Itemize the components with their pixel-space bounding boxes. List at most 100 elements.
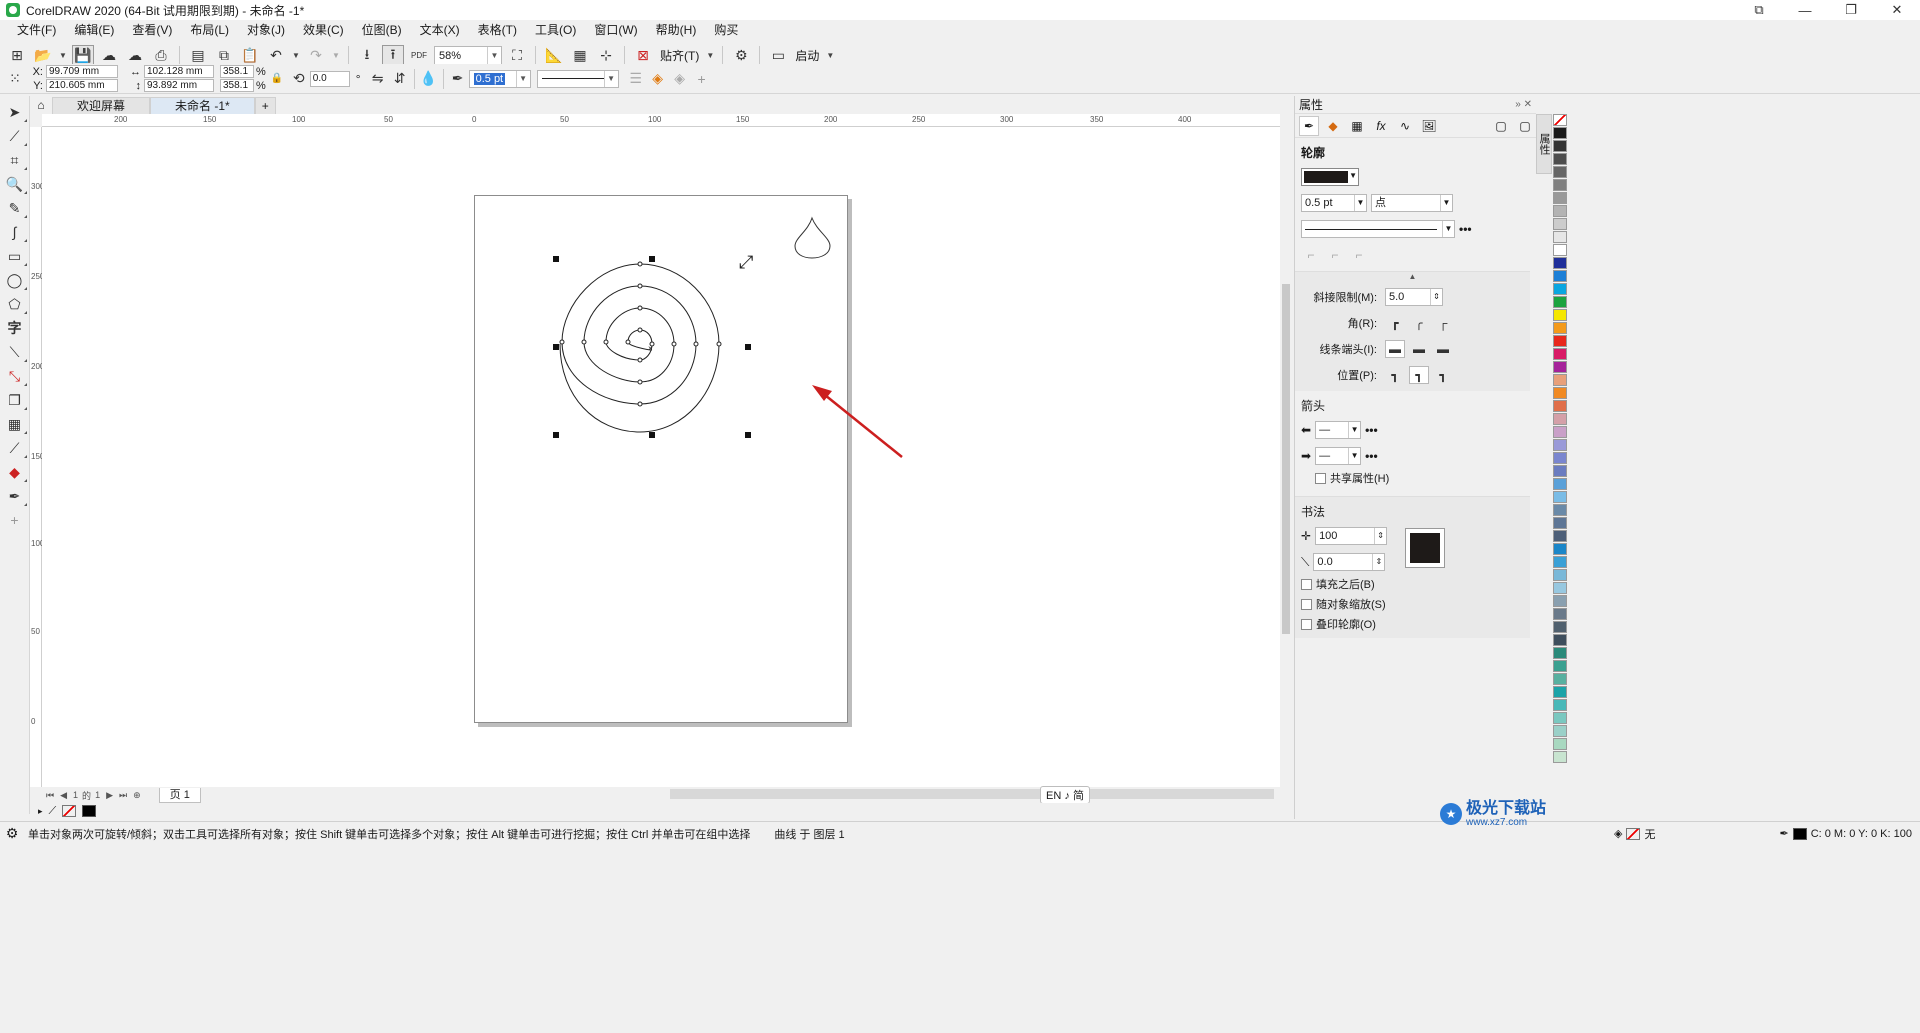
palette-swatch[interactable] xyxy=(1553,283,1567,295)
palette-swatch[interactable] xyxy=(1553,452,1567,464)
butt-cap-icon[interactable]: ▬ xyxy=(1385,340,1405,358)
palette-expand-icon[interactable]: ▸ xyxy=(38,806,43,817)
palette-swatch[interactable] xyxy=(1553,400,1567,412)
close-button[interactable]: ✕ xyxy=(1874,0,1920,20)
menu-edit[interactable]: 编辑(E) xyxy=(65,20,123,40)
rotation-icon[interactable]: ⟲ xyxy=(288,68,310,90)
palette-swatch[interactable] xyxy=(1553,712,1567,724)
palette-swatch[interactable] xyxy=(1553,595,1567,607)
palette-swatch[interactable] xyxy=(1553,504,1567,516)
launch-label[interactable]: 启动 xyxy=(793,47,821,64)
outline-unit-select[interactable]: 点 ▼ xyxy=(1371,194,1453,212)
drop-shadow-tool-icon[interactable]: ❐ xyxy=(2,388,28,412)
more-options-icon[interactable]: ••• xyxy=(1459,222,1472,236)
object-order-front-icon[interactable]: ◈ xyxy=(647,68,669,90)
smart-fill-tool-icon[interactable]: ✒ xyxy=(2,484,28,508)
palette-swatch[interactable] xyxy=(1553,725,1567,737)
palette-swatch[interactable] xyxy=(1553,166,1567,178)
dash-align-icon[interactable]: ⌐ xyxy=(1325,246,1345,264)
scale-y-input[interactable]: 358.1 xyxy=(220,79,254,92)
parallel-dimension-tool-icon[interactable]: ⟍ xyxy=(2,340,28,364)
round-corner-icon[interactable]: ╭ xyxy=(1409,314,1429,332)
palette-swatch[interactable] xyxy=(1553,205,1567,217)
outline-style-select[interactable]: ▼ xyxy=(1301,220,1455,238)
palette-swatch[interactable] xyxy=(1553,660,1567,672)
eyedropper-tool-icon[interactable]: ⟋ xyxy=(2,436,28,460)
wrap-text-icon[interactable]: ☰ xyxy=(625,68,647,90)
last-page-icon[interactable]: ⏭ xyxy=(113,790,127,801)
launch-dropdown-icon[interactable]: ▼ xyxy=(825,51,835,60)
palette-swatch[interactable] xyxy=(1553,699,1567,711)
nib-shape-preview[interactable] xyxy=(1405,528,1446,568)
fill-none-swatch[interactable] xyxy=(1626,827,1641,840)
outside-outline-icon[interactable]: ┓ xyxy=(1385,366,1405,384)
palette-swatch[interactable] xyxy=(1553,465,1567,477)
palette-swatch[interactable] xyxy=(1553,569,1567,581)
mirror-horizontal-icon[interactable]: ⇋ xyxy=(367,68,389,90)
restore-layout-button[interactable]: ⧉ xyxy=(1736,0,1782,20)
palette-swatch[interactable] xyxy=(1553,439,1567,451)
frame-tab-icon[interactable]: ▢ xyxy=(1491,116,1511,136)
square-cap-icon[interactable]: ▬ xyxy=(1433,340,1453,358)
palette-swatch[interactable] xyxy=(1553,296,1567,308)
outline-width-select[interactable]: 0.5 pt ▼ xyxy=(468,69,531,88)
bevel-corner-icon[interactable]: ┌ xyxy=(1433,314,1453,332)
black-swatch[interactable] xyxy=(82,805,97,817)
more-options-icon[interactable]: ••• xyxy=(1365,423,1378,437)
centered-outline-icon[interactable]: ┓ xyxy=(1409,366,1429,384)
end-arrowhead-select[interactable]: — ▼ xyxy=(1315,447,1362,465)
add-icon[interactable]: + xyxy=(691,68,713,90)
reference-point-icon[interactable]: ⁙ xyxy=(4,68,26,90)
tab-untitled-document[interactable]: 未命名 -1* xyxy=(150,97,255,114)
shape-tool-icon[interactable]: ⟋ xyxy=(2,124,28,148)
transparency-tool-icon[interactable]: ▦ xyxy=(2,412,28,436)
palette-swatch[interactable] xyxy=(1553,608,1567,620)
palette-swatch[interactable] xyxy=(1553,361,1567,373)
start-arrowhead-select[interactable]: — ▼ xyxy=(1315,421,1362,439)
menu-buy[interactable]: 购买 xyxy=(705,20,747,40)
palette-no-color-swatch[interactable] xyxy=(1553,114,1567,126)
pick-tool-icon[interactable]: ➤ xyxy=(2,100,28,124)
open-dropdown-icon[interactable]: ▼ xyxy=(58,51,68,60)
freehand-tool-icon[interactable]: ✎ xyxy=(2,196,28,220)
outline-color-picker[interactable]: ▼ xyxy=(1301,168,1359,186)
palette-swatch[interactable] xyxy=(1553,543,1567,555)
palette-swatch[interactable] xyxy=(1553,491,1567,503)
palette-swatch[interactable] xyxy=(1553,751,1567,763)
drawing-canvas[interactable]: × ⤢ xyxy=(42,127,1280,787)
height-input[interactable]: 93.892 mm xyxy=(144,79,214,92)
palette-swatch[interactable] xyxy=(1553,231,1567,243)
menu-window[interactable]: 窗口(W) xyxy=(585,20,646,40)
menu-object[interactable]: 对象(J) xyxy=(238,20,294,40)
palette-swatch[interactable] xyxy=(1553,530,1567,542)
lock-ratio-icon[interactable]: 🔒 xyxy=(266,68,288,90)
docker-side-tab[interactable]: 属性 xyxy=(1536,114,1552,174)
crop-tool-icon[interactable]: ⌗ xyxy=(2,148,28,172)
docker-collapse-icon[interactable]: » ✕ xyxy=(1515,96,1532,114)
scale-with-object-checkbox[interactable] xyxy=(1301,598,1312,610)
angle-input[interactable]: 0.0 ⇕ xyxy=(1313,553,1386,571)
palette-swatch[interactable] xyxy=(1553,309,1567,321)
drop-outline-icon[interactable]: 💧 xyxy=(418,68,440,90)
undo-dropdown-icon[interactable]: ▼ xyxy=(291,51,301,60)
stretch-input[interactable]: 100 ⇕ xyxy=(1315,527,1388,545)
page-tab-icon[interactable]: ▢ xyxy=(1515,116,1535,136)
outline-width-field[interactable]: 0.5 pt ▼ xyxy=(1301,194,1367,212)
miter-limit-input[interactable]: 5.0 ⇕ xyxy=(1385,288,1443,306)
add-tool-icon[interactable]: + xyxy=(2,508,28,532)
artistic-media-tool-icon[interactable]: ∫ xyxy=(2,220,28,244)
spinner-icon[interactable]: ⇕ xyxy=(1430,289,1442,305)
palette-swatch[interactable] xyxy=(1553,634,1567,646)
palette-swatch[interactable] xyxy=(1553,686,1567,698)
spinner-icon[interactable]: ⇕ xyxy=(1372,554,1384,570)
palette-swatch[interactable] xyxy=(1553,673,1567,685)
menu-text[interactable]: 文本(X) xyxy=(411,20,469,40)
palette-swatch[interactable] xyxy=(1553,413,1567,425)
page-tab[interactable]: 页 1 xyxy=(158,787,201,803)
add-page-icon[interactable]: ⊕ xyxy=(127,790,141,801)
menu-table[interactable]: 表格(T) xyxy=(469,20,526,40)
new-tab-icon[interactable]: + xyxy=(254,97,276,114)
palette-swatch[interactable] xyxy=(1553,153,1567,165)
dash-fixed-icon[interactable]: ⌐ xyxy=(1349,246,1369,264)
outline-color-swatch[interactable] xyxy=(1792,827,1807,840)
